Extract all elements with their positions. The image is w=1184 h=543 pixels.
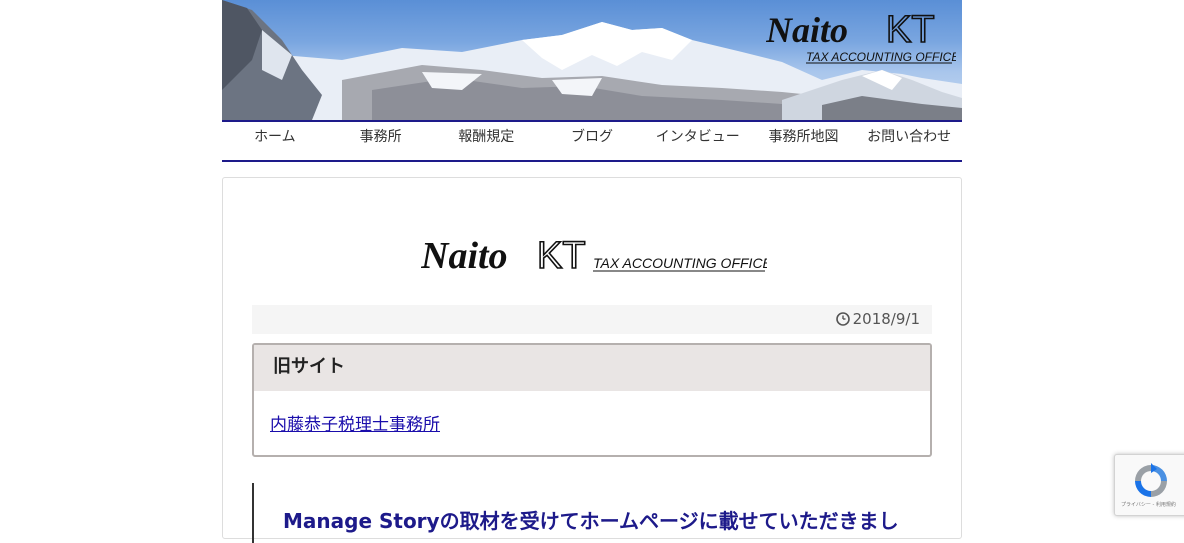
recaptcha-footer-text[interactable]: プライバシー - 利用規約: [1121, 501, 1176, 508]
header-banner: Naito KT TAX ACCOUNTING OFFICE: [222, 0, 962, 120]
clock-icon: [835, 312, 850, 326]
nav-item-map[interactable]: 事務所地図: [751, 122, 857, 160]
next-post-title-block: Manage Storyの取材を受けてホームページに載せていただきまし: [252, 483, 934, 543]
global-nav: ホーム 事務所 報酬規定 ブログ インタビュー 事務所地図 お問い合わせ: [222, 120, 962, 162]
content-logo-image: Naito KT TAX ACCOUNTING OFFICE: [421, 234, 767, 278]
header-logo-kt-text: KT: [886, 9, 935, 51]
content-card: Naito KT TAX ACCOUNTING OFFICE 2018/9/1 …: [222, 177, 962, 543]
post-date-bar: 2018/9/1: [252, 305, 932, 334]
nav-item-fees[interactable]: 報酬規定: [433, 122, 539, 160]
page-wrap: Naito KT TAX ACCOUNTING OFFICE ホーム 事務所 報…: [222, 0, 962, 543]
nav-item-interview[interactable]: インタビュー: [645, 122, 751, 160]
header-logo-image[interactable]: Naito KT TAX ACCOUNTING OFFICE: [766, 4, 956, 64]
post-date: 2018/9/1: [835, 310, 920, 328]
nav-item-contact[interactable]: お問い合わせ: [856, 122, 962, 160]
old-site-box: 旧サイト 内藤恭子税理士事務所: [252, 343, 932, 457]
header-logo-main-text: Naito: [766, 10, 848, 50]
header-logo-sub-text: TAX ACCOUNTING OFFICE: [806, 50, 956, 64]
nav-item-blog[interactable]: ブログ: [539, 122, 645, 160]
old-site-link[interactable]: 内藤恭子税理士事務所: [270, 410, 440, 435]
content-logo-main-text: Naito: [421, 235, 508, 277]
content-logo-kt-text: KT: [537, 235, 586, 277]
recaptcha-badge[interactable]: プライバシー - 利用規約: [1114, 454, 1184, 516]
old-site-heading: 旧サイト: [254, 345, 930, 391]
post-date-text: 2018/9/1: [852, 310, 920, 328]
nav-item-home[interactable]: ホーム: [222, 122, 328, 160]
content-logo-sub-text: TAX ACCOUNTING OFFICE: [593, 255, 767, 271]
next-post-title[interactable]: Manage Storyの取材を受けてホームページに載せていただきまし: [283, 505, 899, 534]
recaptcha-icon: [1135, 463, 1167, 497]
nav-item-office[interactable]: 事務所: [328, 122, 434, 160]
